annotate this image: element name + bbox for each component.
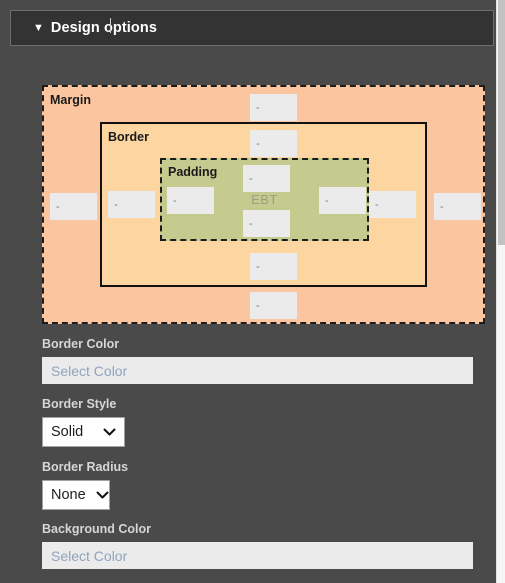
border-radius-label: Border Radius — [42, 460, 129, 474]
margin-bottom-input[interactable] — [250, 292, 297, 319]
padding-right-input[interactable] — [319, 187, 366, 214]
accordion-header-design-options[interactable]: ▼ Design options — [10, 10, 494, 46]
padding-top-input[interactable] — [243, 165, 290, 192]
padding-bottom-input[interactable] — [243, 210, 290, 237]
border-color-label: Border Color — [42, 337, 120, 351]
chevron-down-icon — [93, 428, 116, 437]
border-radius-value: None — [51, 487, 86, 503]
background-color-label: Background Color — [42, 522, 152, 536]
border-style-label: Border Style — [42, 397, 117, 411]
box-model-border-area: Border Padding EBT — [100, 122, 427, 287]
margin-top-input[interactable] — [250, 94, 297, 121]
border-label: Border — [108, 130, 149, 144]
design-options-panel: ▼ Design options Margin Border Padding E… — [0, 0, 496, 583]
border-top-input[interactable] — [250, 130, 297, 157]
margin-left-input[interactable] — [50, 193, 97, 220]
vertical-scrollbar-track[interactable] — [496, 0, 505, 583]
background-color-input[interactable] — [42, 542, 473, 569]
border-style-value: Solid — [51, 424, 84, 440]
border-radius-select[interactable]: None — [42, 480, 110, 510]
padding-left-input[interactable] — [167, 187, 214, 214]
border-bottom-input[interactable] — [250, 253, 297, 280]
chevron-down-icon — [86, 491, 109, 500]
page-title: Design options — [50, 18, 158, 36]
margin-right-input[interactable] — [434, 193, 481, 220]
border-right-input[interactable] — [369, 191, 416, 218]
vertical-scrollbar-thumb[interactable] — [498, 0, 505, 245]
margin-label: Margin — [50, 93, 91, 107]
border-style-select[interactable]: Solid — [42, 417, 125, 447]
box-model-margin-area: Margin Border Padding EBT — [42, 85, 485, 324]
box-model-padding-area: Padding EBT — [160, 158, 369, 241]
triangle-down-icon: ▼ — [33, 21, 44, 34]
border-left-input[interactable] — [108, 191, 155, 218]
border-color-input[interactable] — [42, 357, 473, 384]
